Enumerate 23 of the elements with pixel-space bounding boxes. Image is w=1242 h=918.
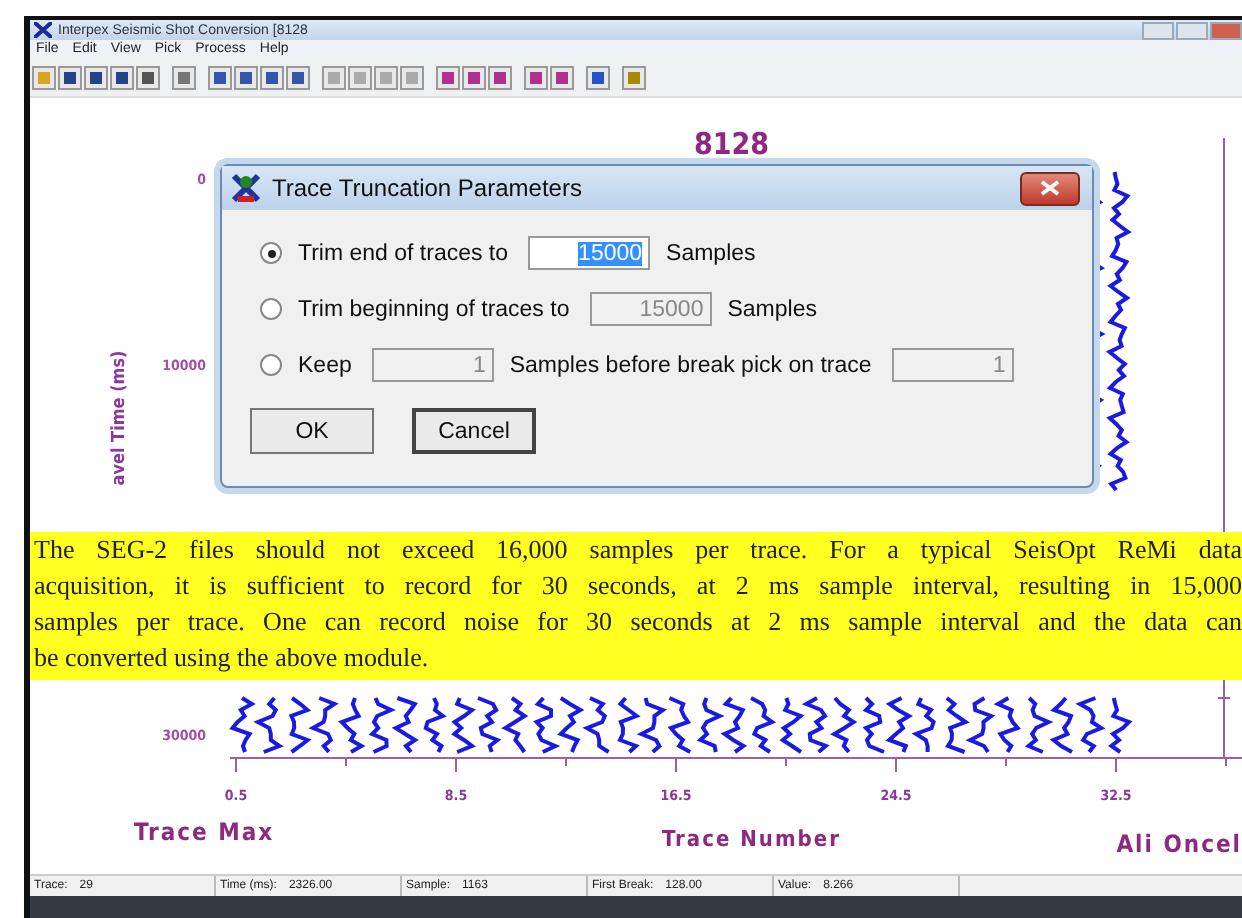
app-icon xyxy=(230,172,262,204)
y-axis-label: avel Time (ms) xyxy=(110,348,130,490)
plot-title: 8128 xyxy=(694,126,770,162)
unit-label: Samples xyxy=(666,241,756,265)
note-line: acquisition, it is sufficient to record for 30 seconds, at 2 ms sample interval, resulting in 15,000 xyxy=(34,568,1242,604)
radio-button[interactable] xyxy=(260,242,282,264)
option-label: Keep xyxy=(298,353,352,377)
app-icon xyxy=(34,22,52,38)
note-line: be converted using the above module. xyxy=(34,640,429,676)
note-line: The SEG-2 files should not exceed 16,000 samples per trace. For a typical SeisOpt ReMi data xyxy=(34,532,1242,568)
close-icon xyxy=(1040,180,1060,196)
cancel-button[interactable]: Cancel xyxy=(412,408,536,454)
unit-label: Samples before break pick on trace xyxy=(509,353,872,377)
dialog-title: Trace Truncation Parameters xyxy=(272,174,582,202)
option-label: Trim end of traces to xyxy=(298,241,509,265)
note-line: samples per trace. One can record noise for 30 seconds at 2 ms sample interval and the data can xyxy=(34,604,1242,640)
x-axis-label: Trace Number xyxy=(662,826,841,852)
ok-button[interactable]: OK xyxy=(250,408,374,454)
author-label: Ali Oncel xyxy=(1116,830,1242,858)
unit-label: Samples xyxy=(727,297,817,321)
option-label: Trim beginning of traces to xyxy=(298,297,570,321)
trace-max-label: Trace Max xyxy=(134,818,275,846)
close-button[interactable] xyxy=(1020,171,1080,205)
